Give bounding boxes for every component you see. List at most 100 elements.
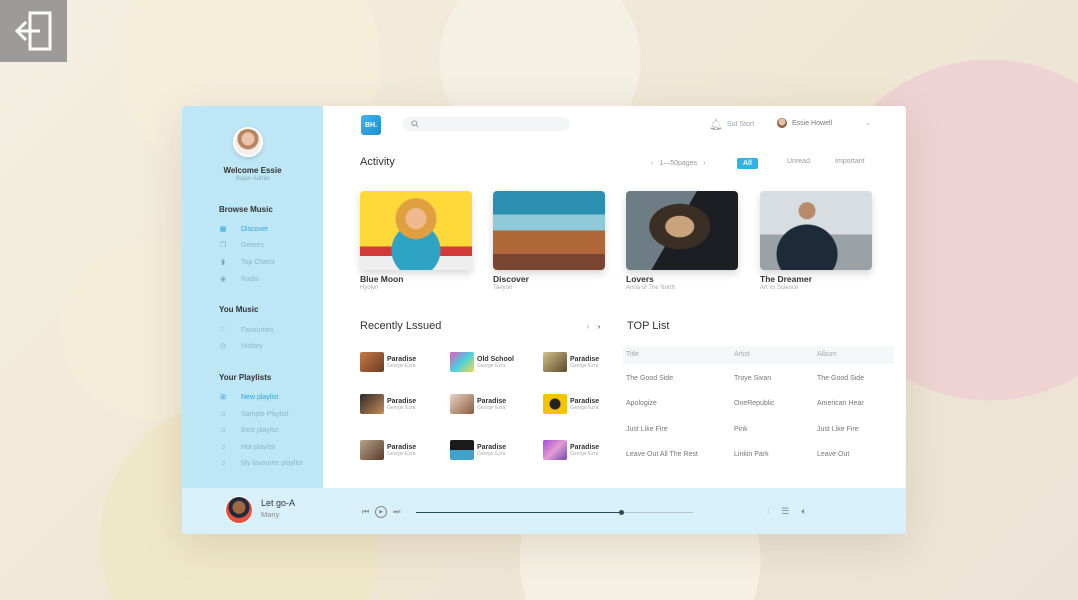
album-cover	[760, 191, 872, 270]
music-note-icon: ♫	[220, 426, 226, 434]
list-item[interactable]: Paradise George Ezra	[360, 440, 440, 460]
grid-icon: ▦	[219, 226, 227, 233]
album-cover	[493, 191, 605, 270]
radio-icon: ◉	[219, 276, 227, 283]
sidebar-item-genres[interactable]: ❐ Genres	[219, 239, 264, 251]
browse-music-title: Browse Music	[219, 205, 273, 214]
list-item[interactable]: Paradise George Ezra	[450, 440, 530, 460]
player-options: ⫶ ☰ 🔈︎	[767, 506, 807, 517]
top-list-title: TOP List	[627, 320, 670, 332]
activity-card[interactable]: Lovers Anna of The North	[626, 191, 738, 291]
track-thumbnail	[360, 394, 384, 414]
notification[interactable]: 🔔︎ Sot Stort	[709, 118, 754, 131]
recent-nav: ‹ ›	[587, 322, 600, 331]
track-thumbnail	[543, 394, 567, 414]
app-window: Welcome Essie Super Admin Browse Music ▦…	[182, 106, 906, 534]
sidebar-item-new-playlist[interactable]: ⊞ New playlist	[219, 391, 278, 403]
table-row[interactable]: The Good Side Troye Sivan The Good Side	[623, 370, 894, 388]
chevron-down-icon[interactable]: ⌄	[865, 119, 871, 127]
next-icon[interactable]: ⏭︎	[393, 507, 400, 517]
track-thumbnail	[360, 440, 384, 460]
role-text: Super Admin	[235, 176, 270, 182]
sidebar-item-sample-playlist[interactable]: ♫ Sample Plsylist	[219, 408, 288, 420]
sidebar-item-hot-playlist[interactable]: ♫ Hot playlist	[219, 441, 275, 453]
filter-unread[interactable]: Unread	[787, 158, 810, 165]
player-controls: ⏮︎ ▶ ⏭︎	[362, 506, 400, 518]
add-playlist-icon: ⊞	[220, 394, 226, 401]
recently-issued-title: Recently Lssued	[360, 320, 442, 332]
exit-icon	[14, 11, 51, 51]
search-box[interactable]	[403, 117, 570, 131]
clock-icon: ◷	[219, 343, 227, 350]
welcome-text: Welcome Essie	[223, 166, 282, 175]
sidebar-item-radio[interactable]: ◉ Radio	[219, 273, 259, 285]
you-music-title: You Music	[219, 305, 259, 314]
activity-title: Activity	[360, 156, 395, 168]
heart-icon: ♡	[219, 327, 227, 334]
now-playing-cover[interactable]	[225, 496, 253, 524]
chevron-right-icon[interactable]: ›	[598, 322, 601, 331]
copy-icon: ❐	[219, 242, 227, 249]
playlist-icon[interactable]: ☰	[781, 506, 789, 517]
progress-fill	[416, 512, 621, 513]
now-playing-artist: Many	[261, 510, 280, 519]
chevron-right-icon[interactable]: ›	[703, 160, 705, 167]
sidebar-item-discover[interactable]: ▦ Discover	[219, 223, 269, 235]
previous-icon[interactable]: ⏮︎	[362, 507, 369, 517]
sidebar-item-my-favourite-playlist[interactable]: ♫ My favourite playlist	[219, 457, 302, 469]
your-playlists-title: Your Playlists	[219, 373, 272, 382]
list-item[interactable]: Paradise George Ezra	[360, 394, 440, 414]
activity-card[interactable]: The Dreamer Art vs Science	[760, 191, 872, 291]
user-menu[interactable]: Essie Howell	[777, 118, 832, 128]
music-note-icon: ♫	[220, 410, 226, 418]
search-input[interactable]	[423, 119, 567, 129]
activity-pager: ‹ 1—50pages ›	[651, 160, 706, 167]
sidebar-item-history[interactable]: ◷ History	[219, 340, 263, 352]
track-thumbnail	[450, 394, 474, 414]
logo[interactable]: BH.	[361, 115, 381, 135]
track-thumbnail	[543, 352, 567, 372]
track-thumbnail	[360, 352, 384, 372]
list-item[interactable]: Paradise George Ezra	[450, 394, 530, 414]
album-cover	[360, 191, 472, 270]
search-icon	[411, 120, 419, 128]
bar-chart-icon: ▮	[221, 259, 225, 266]
play-icon[interactable]: ▶	[375, 506, 388, 518]
music-note-icon: ♫	[220, 443, 226, 451]
table-row[interactable]: Leave Out All The Rest Linkin Park Leave…	[623, 446, 894, 464]
progress-handle[interactable]	[618, 510, 624, 515]
list-item[interactable]: Paradise George Ezra	[543, 440, 623, 460]
list-item[interactable]: Old School George Ezra	[450, 352, 530, 372]
activity-card[interactable]: Blue Moon Hyolyn	[360, 191, 472, 291]
chevron-left-icon[interactable]: ‹	[651, 160, 653, 167]
sidebar: Welcome Essie Super Admin Browse Music ▦…	[182, 106, 323, 488]
avatar[interactable]	[233, 127, 263, 157]
filter-important[interactable]: Important	[835, 158, 865, 165]
top-bar: BH. 🔔︎ Sot Stort Essie Howell ⌄	[323, 106, 906, 142]
now-playing-title: Let go-A	[261, 498, 296, 508]
track-thumbnail	[543, 440, 567, 460]
track-thumbnail	[450, 352, 474, 372]
sidebar-item-favourites[interactable]: ♡ Favourites	[219, 324, 274, 336]
list-item[interactable]: Paradise George Ezra	[543, 352, 623, 372]
table-row[interactable]: Apologize OneRepublic American Hear	[623, 395, 894, 413]
list-item[interactable]: Paradise George Ezra	[543, 394, 623, 414]
list-item[interactable]: Paradise George Ezra	[360, 352, 440, 372]
album-cover	[626, 191, 738, 270]
bell-icon: 🔔︎	[709, 119, 723, 131]
progress-bar[interactable]	[416, 510, 693, 515]
sidebar-item-top-charts[interactable]: ▮ Top Charts	[219, 256, 275, 268]
volume-icon[interactable]: 🔈︎	[801, 506, 806, 517]
table-row[interactable]: Just Like Fire Pink Just Like Fire	[623, 421, 894, 439]
music-note-icon: ♫	[220, 459, 226, 467]
equalizer-icon[interactable]: ⫶	[767, 506, 769, 517]
chevron-left-icon[interactable]: ‹	[587, 322, 590, 331]
user-avatar	[777, 118, 787, 128]
activity-card[interactable]: Discover Taeyon	[493, 191, 605, 291]
player-bar: Let go-A Many ⏮︎ ▶ ⏭︎ ⫶ ☰ 🔈︎	[182, 488, 906, 534]
exit-button[interactable]	[0, 0, 67, 62]
top-list-header: Title Artist Album	[623, 346, 894, 364]
track-thumbnail	[450, 440, 474, 460]
sidebar-item-best-playlist[interactable]: ♫ Best playlist	[219, 424, 278, 436]
filter-all[interactable]: All	[737, 158, 758, 169]
